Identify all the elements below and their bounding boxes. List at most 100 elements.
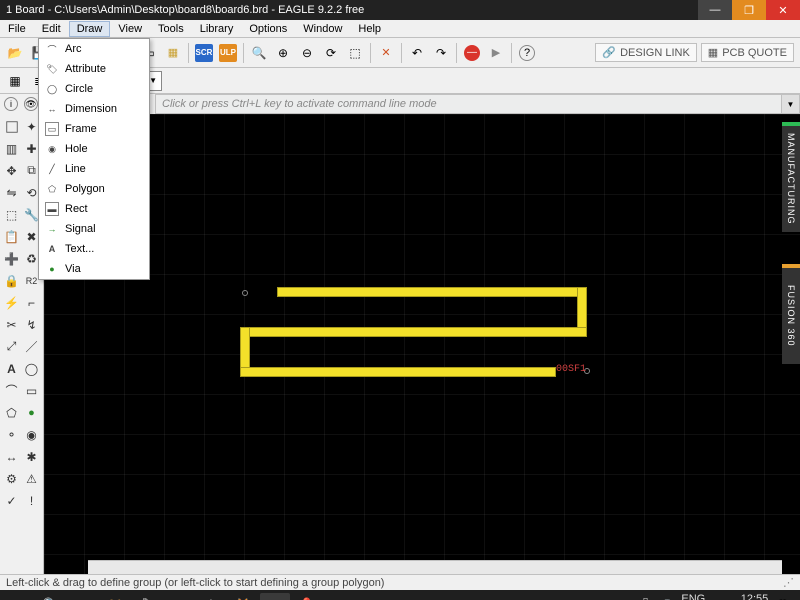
undo-button[interactable]: ↶ <box>406 42 428 64</box>
design-link-button[interactable]: 🔗DESIGN LINK <box>595 43 696 62</box>
draw-menu-rect[interactable]: ▬Rect <box>39 199 149 219</box>
via-endpoint[interactable] <box>242 290 248 296</box>
tool-add[interactable]: ➕ <box>2 248 21 269</box>
manufacturing-panel-tab[interactable]: MANUFACTURING <box>782 122 800 232</box>
zoom-select-button[interactable]: ⬚ <box>344 42 366 64</box>
tool-group[interactable]: ⬚ <box>2 204 21 225</box>
horizontal-scrollbar[interactable] <box>88 560 782 574</box>
tool-dimension[interactable]: ↔ <box>2 446 21 467</box>
pcb-quote-button[interactable]: ▦PCB QUOTE <box>701 43 794 62</box>
tool-errors[interactable]: ! <box>22 490 41 511</box>
menu-options[interactable]: Options <box>241 21 295 37</box>
draw-menu-frame[interactable]: ▭Frame <box>39 119 149 139</box>
zoom-fit-button[interactable]: 🔍 <box>248 42 270 64</box>
menu-view[interactable]: View <box>110 21 150 37</box>
ulp-button[interactable]: ULP <box>217 42 239 64</box>
window-close-button[interactable]: ✕ <box>766 0 800 20</box>
trace-segment[interactable] <box>277 287 587 297</box>
draw-menu-text[interactable]: AText... <box>39 239 149 259</box>
draw-menu-signal[interactable]: →Signal <box>39 219 149 239</box>
menu-tools[interactable]: Tools <box>150 21 192 37</box>
start-button[interactable]: ⊞ <box>4 593 34 600</box>
menu-help[interactable]: Help <box>350 21 389 37</box>
tool-layer[interactable]: ▥ <box>2 138 21 159</box>
tool-mirror[interactable]: ⇋ <box>2 182 21 203</box>
menu-window[interactable]: Window <box>295 21 350 37</box>
tool-signal[interactable]: ⚬ <box>2 424 21 445</box>
draw-menu-arc[interactable]: ⌒Arc <box>39 39 149 59</box>
draw-menu-attribute[interactable]: 🏷Attribute <box>39 59 149 79</box>
grid-button[interactable]: ▦ <box>4 70 26 92</box>
tool-ripup[interactable]: ⤢ <box>2 336 21 357</box>
taskbar-store[interactable]: 🛍 <box>132 593 162 600</box>
system-tray: ˄ 🖧 🔊 ENG UK 12:55 10/01/2019 💬 <box>625 594 796 600</box>
menu-library[interactable]: Library <box>192 21 242 37</box>
taskbar-explorer[interactable]: 📁 <box>100 593 130 600</box>
tool-split[interactable]: ✂ <box>2 314 21 335</box>
trace-segment[interactable] <box>240 367 556 377</box>
command-history-button[interactable]: ▼ <box>782 94 800 114</box>
tray-time[interactable]: 12:55 <box>741 594 769 600</box>
board-canvas[interactable]: 00SF1 MANUFACTURING FUSION 360 <box>44 114 800 574</box>
draw-menu-via[interactable]: ●Via <box>39 259 149 279</box>
taskbar-app[interactable]: 📍 <box>292 593 322 600</box>
tool-move[interactable]: ✥ <box>2 160 21 181</box>
draw-menu-hole[interactable]: ◉Hole <box>39 139 149 159</box>
zoom-redraw-button[interactable]: ⟳ <box>320 42 342 64</box>
menu-draw[interactable]: Draw <box>69 21 111 37</box>
task-view-button[interactable]: ▭ <box>68 593 98 600</box>
window-maximize-button[interactable]: ❐ <box>732 0 766 20</box>
draw-menu-dimension[interactable]: ↔Dimension <box>39 99 149 119</box>
redo-button[interactable]: ↷ <box>430 42 452 64</box>
taskbar-firefox[interactable]: 🦊 <box>228 593 258 600</box>
tool-via[interactable]: ● <box>22 402 41 423</box>
tool-info[interactable] <box>2 116 21 137</box>
taskbar-mail[interactable]: ✉ <box>164 593 194 600</box>
tool-text[interactable]: A <box>2 358 21 379</box>
separator <box>401 43 402 63</box>
tray-network-icon[interactable]: 🖧 <box>639 596 651 600</box>
tool-auto[interactable]: ⚙ <box>2 468 21 489</box>
tool-line[interactable]: ／ <box>22 336 41 357</box>
fusion360-panel-tab[interactable]: FUSION 360 <box>782 264 800 364</box>
tray-lang1[interactable]: ENG <box>681 594 705 600</box>
scr-button[interactable]: SCR <box>193 42 215 64</box>
menu-file[interactable]: File <box>0 21 34 37</box>
eye-icon[interactable]: 👁 <box>24 97 38 111</box>
zoom-in-button[interactable]: ⊕ <box>272 42 294 64</box>
tool-drc[interactable]: ✓ <box>2 490 21 511</box>
tool-paste[interactable]: 📋 <box>2 226 21 247</box>
tool-circle[interactable]: ◯ <box>22 358 41 379</box>
tool-polygon[interactable]: ⬠ <box>2 402 21 423</box>
tool-ratsnest[interactable]: ✱ <box>22 446 41 467</box>
chip-icon: ▦ <box>708 46 718 59</box>
draw-menu-line[interactable]: ╱Line <box>39 159 149 179</box>
info-icon[interactable]: i <box>4 97 18 111</box>
library-button[interactable]: ▦ <box>162 42 184 64</box>
search-button[interactable]: 🔍 <box>36 593 66 600</box>
help-button[interactable]: ? <box>516 42 538 64</box>
resize-gripper[interactable]: ⋰ <box>783 576 794 589</box>
menu-edit[interactable]: Edit <box>34 21 69 37</box>
separator <box>370 43 371 63</box>
tool-erc[interactable]: ⚠ <box>22 468 41 489</box>
go-button[interactable]: ▶ <box>485 42 507 64</box>
tool-miter[interactable]: ⌐ <box>22 292 41 313</box>
taskbar-eagle[interactable]: E <box>260 593 290 600</box>
cross-button[interactable]: ✕ <box>375 42 397 64</box>
stop-button[interactable]: — <box>461 42 483 64</box>
tool-route[interactable]: ↯ <box>22 314 41 335</box>
tool-lock[interactable]: 🔒 <box>2 270 21 291</box>
tool-rect[interactable]: ▭ <box>22 380 41 401</box>
open-button[interactable]: 📂 <box>4 42 26 64</box>
trace-segment[interactable] <box>240 327 587 337</box>
draw-menu-circle[interactable]: ◯Circle <box>39 79 149 99</box>
taskbar-settings[interactable]: ⚙ <box>196 593 226 600</box>
tool-smash[interactable]: ⚡ <box>2 292 21 313</box>
window-minimize-button[interactable]: — <box>698 0 732 20</box>
zoom-out-button[interactable]: ⊖ <box>296 42 318 64</box>
tool-arc[interactable]: ⌒ <box>2 380 21 401</box>
draw-menu-polygon[interactable]: ⬠Polygon <box>39 179 149 199</box>
tool-hole[interactable]: ◉ <box>22 424 41 445</box>
command-line-input[interactable]: Click or press Ctrl+L key to activate co… <box>155 94 782 114</box>
